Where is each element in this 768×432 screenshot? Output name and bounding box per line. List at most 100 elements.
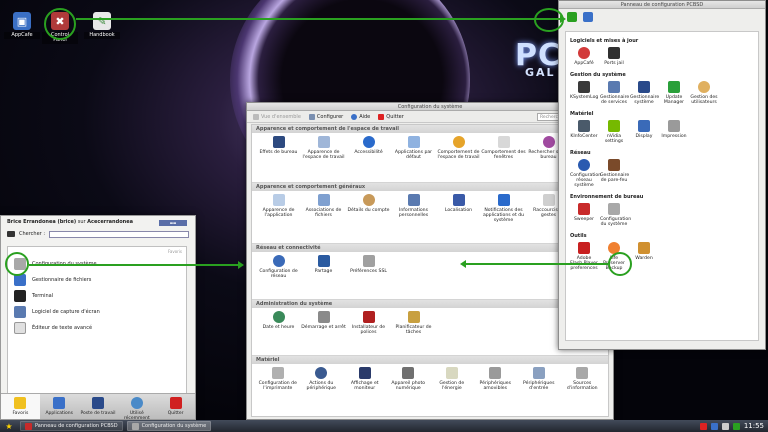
panel-item-display[interactable]: Display [630,120,658,144]
panel-item-printing[interactable]: Impression [660,120,688,144]
panel-item-network-config[interactable]: Configuration réseau système [570,159,601,188]
item-digital-camera[interactable]: Appareil photo numérique [387,367,431,408]
item-accessibility[interactable]: Accessibilité [346,136,391,180]
section-title: Matériel [570,111,594,117]
item-personal-info[interactable]: Informations personnelles [391,194,436,241]
pcbsd-titlebar[interactable]: Panneau de configuration PCBSD [559,1,765,9]
section-workspace: Apparence et comportement de l'espace de… [252,125,608,183]
sharing-icon [317,255,330,267]
tab-applications[interactable]: Applications [40,394,79,419]
tab-favorites[interactable]: Favoris [1,394,40,419]
item-window-behavior[interactable]: Comportement des fenêtres [481,136,526,180]
panel-item-ports-jail[interactable]: Ports jail [600,47,628,66]
section-general: Apparence et comportement généraux Appar… [252,183,608,244]
taskbar-task-pcbsd[interactable]: Panneau de configuration PCBSD [20,421,123,431]
tab-recent[interactable]: Utilisé récemment [117,394,156,421]
item-printer-config[interactable]: Configuration de l'imprimante [256,367,300,408]
tools-icon: ✖ [51,12,69,30]
list-item[interactable]: Gestionnaire de fichiers [8,272,186,288]
settings-icon[interactable] [583,12,593,22]
desktop-icon-appcafe[interactable]: ▣ AppCafe [4,12,40,39]
tray-device-icon[interactable] [732,422,740,430]
desktop-icon-handbook[interactable]: ✎ Handbook [84,12,120,39]
section-title: Outils [570,233,587,239]
item-default-apps[interactable]: Applications par défaut [391,136,436,180]
tray-update-icon[interactable] [699,422,707,430]
item-desktop-effects[interactable]: Effets de bureau [256,136,301,180]
default-apps-icon [407,136,420,148]
configure-button[interactable]: Configurer [308,113,343,120]
item-display-monitor[interactable]: Affichage et moniteur [343,367,387,408]
item-network-config[interactable]: Configuration de réseau [256,255,301,297]
quit-button[interactable]: Quitter [378,113,404,120]
item-workspace-appearance[interactable]: Apparence de l'espace de travail [301,136,346,180]
panel-item-appcafe[interactable]: AppCafé [570,47,598,66]
panel-item-firewall[interactable]: Gestionnaire de pare-feu [600,159,629,188]
appearance-icon [317,136,330,148]
item-info-sources[interactable]: Sources d'information [561,367,605,408]
item-font-installer[interactable]: Installateur de polices [346,311,391,353]
sweeper-icon [578,203,590,215]
item-ssl-prefs[interactable]: Préférences SSL [346,255,391,297]
handbook-icon: ✎ [93,12,111,30]
terminal-icon [608,47,620,59]
item-file-associations[interactable]: Associations de fichiers [301,194,346,241]
appcafe-icon [578,47,590,59]
section-admin: Administration du système Date et heure … [252,300,608,356]
panel-item-kinfocenter[interactable]: KInfoCenter [570,120,598,144]
item-localization[interactable]: Localisation [436,194,481,241]
printer-icon [668,120,680,132]
panel-item-ksystemlog[interactable]: KSystemLog [570,81,598,105]
start-button[interactable]: ★ [2,421,16,431]
item-sharing[interactable]: Partage [301,255,346,297]
item-power-management[interactable]: Gestion de l'énergie [430,367,474,408]
tab-leave[interactable]: Quitter [156,394,195,419]
notification-icon [497,194,510,206]
panel-item-life-preserver[interactable]: Life Preserver Backup [600,242,628,271]
panel-item-system-manager[interactable]: Gestionnaire système [630,81,659,105]
flash-icon [578,242,590,254]
panel-item-services[interactable]: Gestionnaire de services [600,81,629,105]
item-notifications[interactable]: Notifications des applications et du sys… [481,194,526,241]
list-item[interactable]: Configuration du système [8,256,186,272]
overview-button[interactable]: Vue d'ensemble [253,113,301,120]
item-task-scheduler[interactable]: Planificateur de tâches [391,311,436,353]
panel-item-sweeper[interactable]: Sweeper [570,203,598,227]
taskbar: ★ Panneau de configuration PCBSD Configu… [0,420,768,432]
item-app-appearance[interactable]: Apparence de l'application [256,194,301,241]
nvidia-icon [608,120,620,132]
menu-search-input[interactable] [49,230,189,238]
item-account-details[interactable]: Détails du compte [346,194,391,241]
desktop-icon-control-panel[interactable]: ✖ Control Panel [42,12,78,44]
panel-item-update-manager[interactable]: Update Manager [660,81,688,105]
file-associations-icon [317,194,330,206]
account-icon [362,194,375,206]
item-workspace-behavior[interactable]: Comportement de l'espace de travail [436,136,481,180]
clock[interactable]: 11:55 [744,422,764,430]
item-input-devices[interactable]: Périphériques d'entrée [517,367,561,408]
tray-volume-icon[interactable] [721,422,729,430]
tab-computer[interactable]: Poste de travail [79,394,118,419]
close-icon [378,113,385,120]
help-button[interactable]: Aide [351,113,370,120]
panel-item-flash[interactable]: Adobe Flash Player preferences [570,242,598,271]
list-item[interactable]: Éditeur de texte avancé [8,320,186,336]
list-item[interactable]: Logiciel de capture d'écran [8,304,186,320]
section-title: Matériel [252,356,608,364]
item-device-actions[interactable]: Actions du périphérique [300,367,344,408]
item-startup-shutdown[interactable]: Démarrage et arrêt [301,311,346,353]
list-item[interactable]: Terminal [8,288,186,304]
panel-item-nvidia[interactable]: nVidia settings [600,120,628,144]
refresh-icon[interactable] [567,12,577,22]
item-date-time[interactable]: Date et heure [256,311,301,353]
taskbar-task-sysconfig[interactable]: Configuration du système [126,421,212,431]
window-icon [497,136,510,148]
log-icon [578,81,590,93]
panel-item-warden[interactable]: Warden [630,242,658,271]
panel-item-user-manager[interactable]: Gestion des utilisateurs [690,81,718,105]
sysconfig-sections: Apparence et comportement de l'espace de… [251,124,609,417]
panel-item-system-config[interactable]: Configuration du système [600,203,631,227]
item-removable-devices[interactable]: Périphériques amovibles [474,367,518,408]
tray-network-icon[interactable] [710,422,718,430]
startup-icon [317,311,330,323]
